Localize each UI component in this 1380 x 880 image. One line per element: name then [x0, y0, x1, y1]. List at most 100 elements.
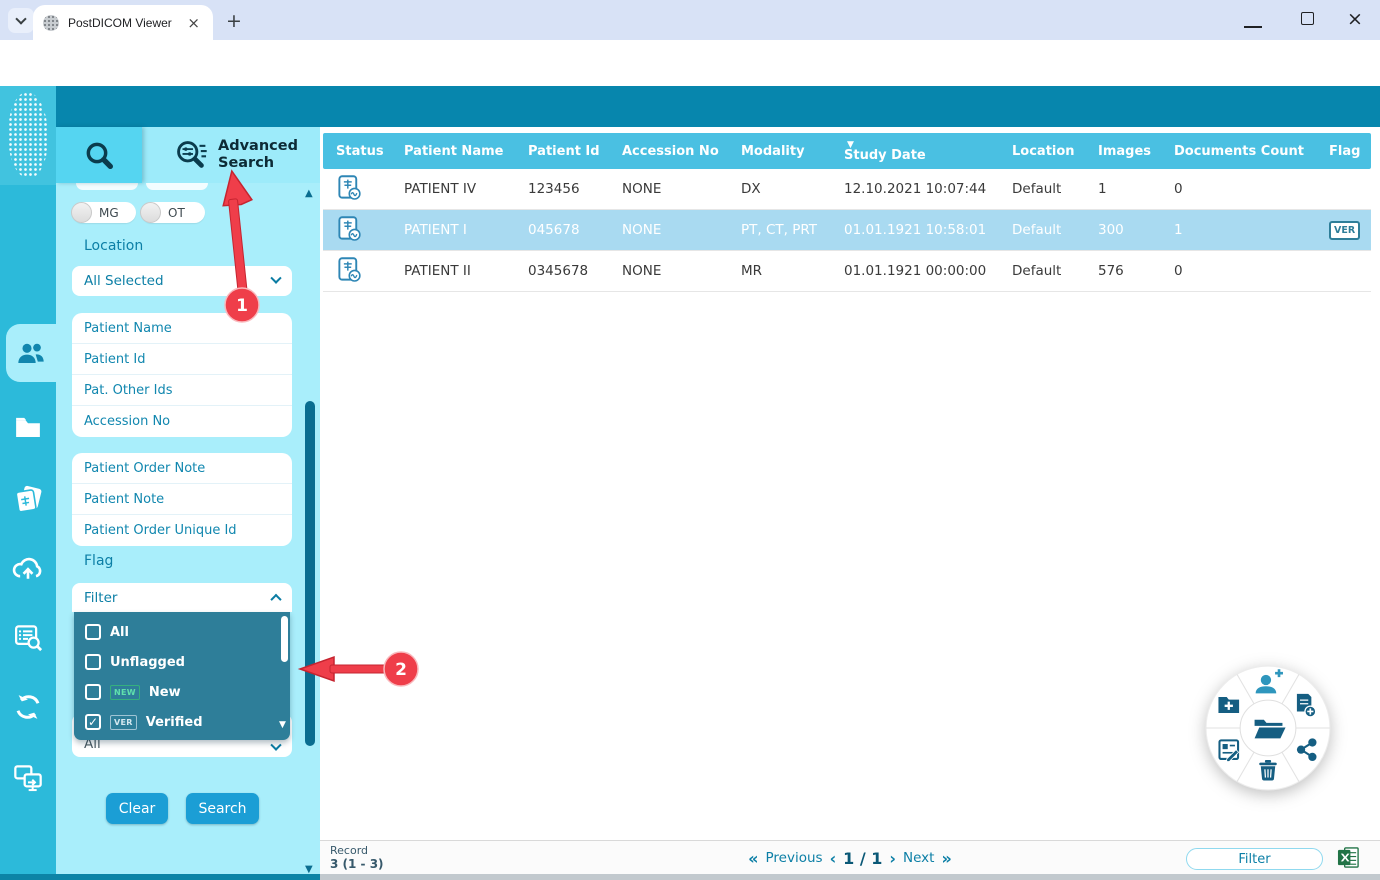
- favicon-icon: [43, 15, 59, 31]
- col-patient-name[interactable]: Patient Name: [391, 144, 515, 159]
- cell-modality: MR: [728, 263, 831, 279]
- previous-arrow-icon[interactable]: ‹: [830, 849, 837, 868]
- panel-scrollbar-thumb[interactable]: [305, 401, 315, 746]
- flag-option-new[interactable]: NEW New: [74, 677, 290, 707]
- search-icon: [83, 139, 115, 171]
- cloud-upload-icon: [11, 552, 45, 582]
- col-images[interactable]: Images: [1085, 144, 1161, 159]
- scroll-up-arrow-icon[interactable]: ▲: [305, 188, 313, 199]
- previous-page-button[interactable]: Previous: [766, 850, 823, 866]
- sidebar-item-order-worklist[interactable]: [0, 611, 56, 663]
- table-row[interactable]: PATIENT IV 123456 NONE DX 12.10.2021 10:…: [323, 169, 1371, 210]
- modality-toggle-ot[interactable]: OT: [141, 202, 205, 223]
- window-maximize-button[interactable]: [1301, 12, 1314, 25]
- radial-action-menu[interactable]: [1204, 664, 1332, 792]
- col-status[interactable]: Status: [323, 144, 391, 159]
- scroll-down-arrow-icon[interactable]: ▼: [279, 720, 286, 730]
- sidebar-item-folders[interactable]: [0, 401, 56, 453]
- checkbox[interactable]: [85, 654, 101, 670]
- patients-icon: [15, 337, 47, 369]
- clear-button[interactable]: Clear: [106, 793, 168, 824]
- cell-location: Default: [999, 222, 1085, 238]
- table-row[interactable]: PATIENT I 045678 NONE PT, CT, PRT 01.01.…: [323, 210, 1371, 251]
- folder-icon: [13, 412, 43, 442]
- chevron-up-icon: [270, 593, 281, 604]
- next-page-button[interactable]: Next: [903, 850, 934, 866]
- flag-option-unflagged[interactable]: Unflagged: [74, 647, 290, 677]
- window-close-button[interactable]: ×: [1347, 8, 1363, 30]
- chevron-down-icon: [270, 273, 281, 284]
- excel-export-icon[interactable]: [1337, 846, 1360, 869]
- flag-option-label: All: [110, 625, 129, 640]
- flag-option-badge: NEW: [110, 685, 140, 700]
- sidebar-item-dicom-print[interactable]: [0, 473, 56, 525]
- window-edge: [0, 874, 320, 880]
- remote-transfer-icon: [12, 761, 44, 793]
- advanced-search-icon: [174, 138, 208, 172]
- cell-images: 300: [1085, 222, 1161, 238]
- col-accession-no[interactable]: Accession No: [609, 144, 728, 159]
- location-select[interactable]: All Selected: [72, 266, 292, 296]
- dropdown-scrollbar-thumb[interactable]: [281, 616, 288, 662]
- modality-toggle-partial: [146, 183, 208, 190]
- patient-order-note-field[interactable]: Patient Order Note: [72, 453, 292, 484]
- checkbox[interactable]: [85, 684, 101, 700]
- last-page-button[interactable]: »: [941, 849, 951, 868]
- window-edge: [320, 874, 1380, 880]
- toggle-label: MG: [99, 206, 119, 220]
- cell-patient-name: PATIENT IV: [391, 181, 515, 197]
- cell-documents-count: 1: [1161, 222, 1316, 238]
- col-flag[interactable]: Flag: [1316, 144, 1371, 159]
- table-row[interactable]: PATIENT II 0345678 NONE MR 01.01.1921 00…: [323, 251, 1371, 292]
- panel-scrollbar[interactable]: ▲ ▼: [302, 183, 318, 880]
- toggle-knob: [140, 202, 161, 223]
- sidebar-item-cloud-upload[interactable]: [0, 541, 56, 593]
- flag-label: Flag: [84, 553, 113, 569]
- cell-patient-id: 045678: [515, 222, 609, 238]
- tab-title: PostDICOM Viewer: [68, 16, 184, 30]
- tab-close-icon[interactable]: ×: [184, 14, 203, 32]
- col-study-date[interactable]: ▼Study Date: [831, 140, 999, 163]
- patient-order-unique-id-field[interactable]: Patient Order Unique Id: [72, 515, 292, 546]
- flag-option-all[interactable]: All: [74, 617, 290, 647]
- sidebar-item-remote-transfer[interactable]: [0, 751, 56, 803]
- sidebar-item-patients[interactable]: [6, 324, 56, 382]
- cell-images: 1: [1085, 181, 1161, 197]
- patient-name-field[interactable]: Patient Name: [72, 313, 292, 344]
- flag-filter-select[interactable]: Filter: [72, 583, 292, 612]
- cell-patient-id: 123456: [515, 181, 609, 197]
- dropdown-scrollbar[interactable]: ▼: [281, 616, 288, 734]
- new-tab-button[interactable]: +: [222, 10, 246, 34]
- cell-documents-count: 0: [1161, 263, 1316, 279]
- modality-toggle-mg[interactable]: MG: [72, 202, 136, 223]
- next-arrow-icon[interactable]: ›: [889, 849, 896, 868]
- accession-no-field[interactable]: Accession No: [72, 406, 292, 437]
- study-status-icon: [336, 215, 363, 242]
- browser-tab[interactable]: PostDICOM Viewer ×: [33, 5, 213, 40]
- flag-option-verified[interactable]: VER Verified: [74, 707, 290, 737]
- col-modality[interactable]: Modality: [728, 144, 831, 159]
- col-documents-count[interactable]: Documents Count: [1161, 144, 1316, 159]
- search-button[interactable]: Search: [186, 793, 259, 824]
- window-minimize-button[interactable]: [1244, 10, 1262, 28]
- col-location[interactable]: Location: [999, 144, 1085, 159]
- tab-search-chevron-button[interactable]: [8, 8, 34, 33]
- modality-toggle-partial: [76, 183, 138, 190]
- tab-advanced-search[interactable]: Advanced Search: [142, 127, 320, 183]
- patient-note-field[interactable]: Patient Note: [72, 484, 292, 515]
- sidebar: [0, 127, 56, 880]
- sort-descending-icon: ▼: [847, 140, 854, 150]
- sidebar-item-sync[interactable]: [0, 681, 56, 733]
- patient-other-ids-field[interactable]: Pat. Other Ids: [72, 375, 292, 406]
- checkbox[interactable]: [85, 714, 101, 730]
- record-range: 3 (1 - 3): [330, 857, 384, 871]
- col-patient-id[interactable]: Patient Id: [515, 144, 609, 159]
- table-filter-input[interactable]: [1186, 848, 1323, 870]
- flag-option-label: New: [149, 685, 181, 700]
- tab-simple-search[interactable]: [56, 127, 142, 183]
- checkbox[interactable]: [85, 624, 101, 640]
- flag-option-label: Unflagged: [110, 655, 185, 670]
- patient-id-field[interactable]: Patient Id: [72, 344, 292, 375]
- first-page-button[interactable]: «: [748, 849, 758, 868]
- flag-filter-value: Filter: [84, 590, 272, 606]
